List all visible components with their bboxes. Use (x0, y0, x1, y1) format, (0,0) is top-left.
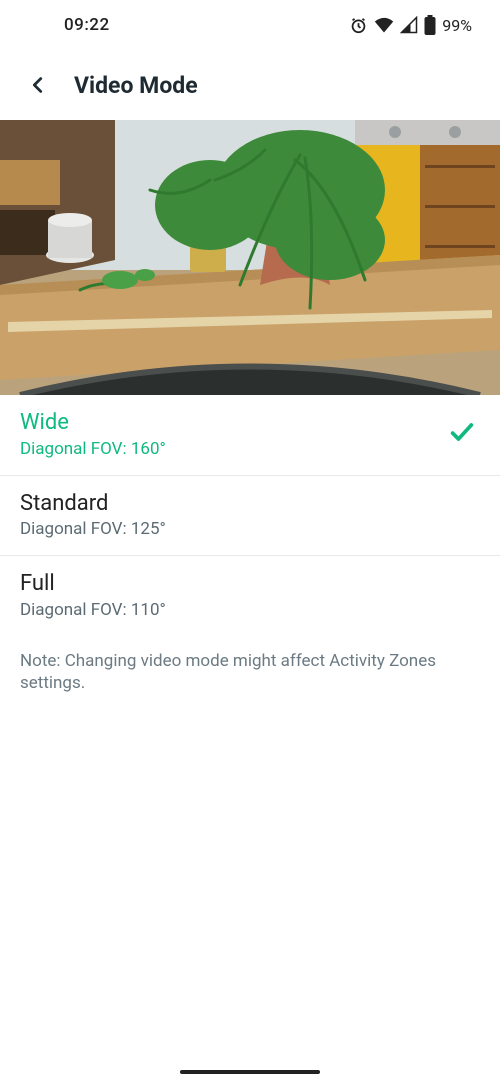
battery-icon (424, 15, 436, 35)
option-label: Standard (20, 490, 166, 518)
battery-percent: 99% (442, 16, 472, 35)
option-subtitle: Diagonal FOV: 160° (20, 439, 166, 459)
video-mode-option-wide[interactable]: WideDiagonal FOV: 160° (0, 395, 500, 476)
status-right: 99% (349, 15, 472, 35)
video-mode-option-full[interactable]: FullDiagonal FOV: 110° (0, 556, 500, 636)
wifi-icon (374, 16, 394, 34)
check-icon (448, 418, 476, 450)
nav-indicator-bar (180, 1070, 320, 1074)
alarm-icon (349, 16, 368, 35)
camera-preview (0, 120, 500, 395)
option-subtitle: Diagonal FOV: 125° (20, 519, 166, 539)
video-mode-option-standard[interactable]: StandardDiagonal FOV: 125° (0, 476, 500, 557)
status-time: 09:22 (64, 15, 110, 35)
page-title: Video Mode (74, 72, 198, 99)
option-subtitle: Diagonal FOV: 110° (20, 600, 166, 620)
footer-note: Note: Changing video mode might affect A… (0, 636, 500, 710)
option-label: Full (20, 570, 166, 598)
status-bar: 09:22 99% (0, 0, 500, 50)
back-button[interactable] (20, 67, 56, 103)
app-bar: Video Mode (0, 50, 500, 120)
signal-icon (400, 16, 418, 34)
chevron-left-icon (27, 74, 49, 96)
option-label: Wide (20, 409, 166, 437)
